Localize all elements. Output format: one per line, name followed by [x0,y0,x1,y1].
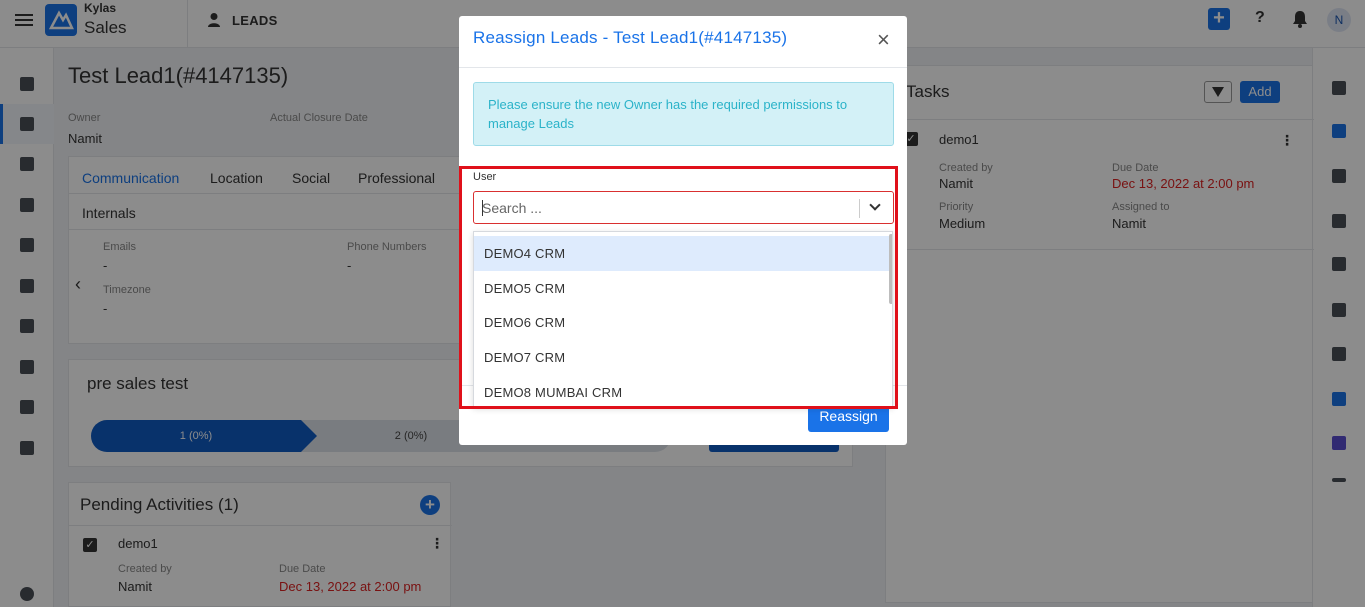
highlight-frame [459,166,898,409]
close-icon[interactable]: × [877,29,890,51]
divider [459,67,907,68]
permission-alert: Please ensure the new Owner has the requ… [473,82,894,146]
modal-title: Reassign Leads - Test Lead1(#4147135) [473,28,788,47]
